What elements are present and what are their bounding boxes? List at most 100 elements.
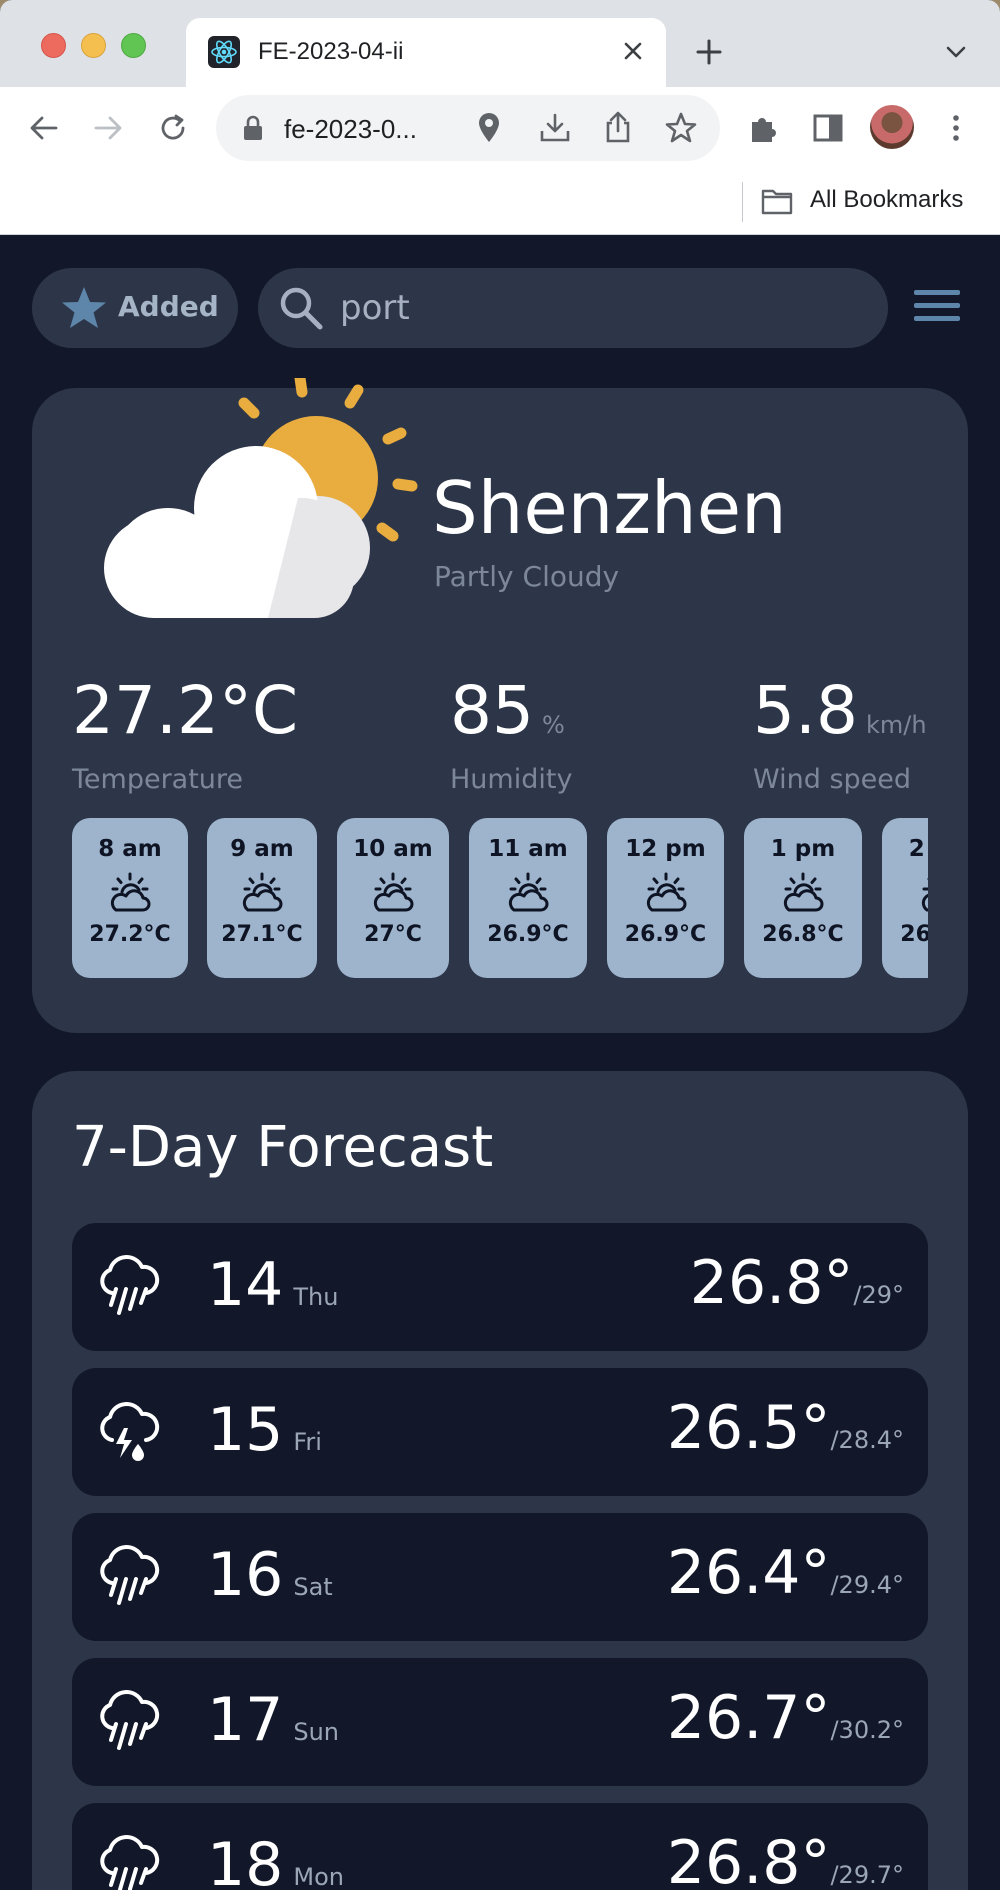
hourly-item: 11 am 26.9°C	[469, 818, 587, 978]
wind-label: Wind speed	[753, 764, 912, 795]
partly-cloudy-icon	[68, 372, 428, 628]
humidity-unit: %	[541, 711, 565, 739]
partly-cloudy-icon	[643, 870, 689, 916]
day-temp: 26.5°	[666, 1393, 831, 1463]
weather-condition: Partly Cloudy	[434, 560, 620, 593]
hour-time: 8 am	[98, 836, 162, 862]
hourly-item: 10 am 27°C	[337, 818, 449, 978]
hourly-item: 8 am 27.2°C	[72, 818, 188, 978]
humidity-value: 85	[450, 672, 534, 749]
bookmark-star-icon[interactable]	[664, 111, 698, 145]
forecast-row[interactable]: 18 Mon 26.8°/29.7°	[72, 1803, 928, 1890]
day-name: Mon	[293, 1863, 344, 1890]
rain-icon	[94, 1688, 162, 1756]
search-input[interactable]: port	[258, 268, 888, 348]
day-temp: 26.7°	[666, 1683, 831, 1753]
zoom-window-button[interactable]	[121, 33, 146, 58]
new-tab-icon[interactable]	[693, 36, 725, 68]
forecast-row[interactable]: 14 Thu 26.8°/29°	[72, 1223, 928, 1351]
search-icon	[276, 283, 326, 333]
rain-icon	[94, 1543, 162, 1611]
partly-cloudy-icon	[370, 870, 416, 916]
humidity-metric: 85% Humidity	[450, 678, 573, 796]
browser-toolbar: fe-2023-0...	[0, 87, 1000, 170]
hour-temp: 26.9°C	[624, 922, 707, 947]
day-name: Sun	[293, 1718, 340, 1746]
hour-temp: 26.8°C	[900, 922, 928, 947]
wind-value: 5.8	[753, 672, 858, 749]
day-date: 18	[207, 1830, 284, 1890]
hour-temp: 27.1°C	[221, 922, 303, 947]
profile-avatar[interactable]	[870, 105, 914, 149]
bookmarks-divider	[742, 182, 743, 222]
day-date: 16	[207, 1540, 284, 1610]
menu-hamburger-icon[interactable]	[912, 286, 962, 326]
wind-unit: km/h	[865, 711, 927, 739]
day-name: Sat	[293, 1573, 333, 1601]
added-favorites-button[interactable]: Added	[32, 268, 238, 348]
install-app-icon[interactable]	[538, 111, 572, 145]
day-date: 15	[207, 1395, 284, 1465]
browser-tab[interactable]: FE-2023-04-ii	[186, 18, 666, 87]
partly-cloudy-icon	[918, 870, 928, 916]
hour-time: 12 pm	[625, 836, 706, 862]
hourly-item: 9 am 27.1°C	[207, 818, 317, 978]
thunderstorm-icon	[94, 1398, 162, 1466]
star-icon	[60, 284, 108, 332]
day-temp: 26.4°	[666, 1538, 831, 1608]
reload-icon[interactable]	[155, 110, 191, 146]
temperature-metric: 27.2°C Temperature	[72, 678, 298, 796]
partly-cloudy-icon	[107, 870, 153, 916]
hour-time: 1 pm	[770, 836, 836, 862]
forecast-title: 7-Day Forecast	[72, 1115, 494, 1180]
url-text: fe-2023-0...	[284, 114, 417, 144]
hour-temp: 26.8°C	[762, 922, 844, 947]
forecast-row[interactable]: 15 Fri 26.5°/28.4°	[72, 1368, 928, 1496]
close-tab-icon[interactable]	[618, 36, 648, 66]
bookmarks-bar: All Bookmarks	[0, 170, 1000, 235]
chevron-down-icon[interactable]	[942, 38, 970, 66]
day-date: 14	[207, 1250, 284, 1320]
hour-time: 2 pm	[908, 836, 928, 862]
hour-time: 9 am	[230, 836, 294, 862]
share-icon[interactable]	[602, 110, 634, 144]
all-bookmarks-link[interactable]: All Bookmarks	[810, 186, 963, 214]
partly-cloudy-icon	[780, 870, 826, 916]
day-high: /29°	[853, 1281, 904, 1309]
rain-icon	[94, 1833, 162, 1890]
partly-cloudy-icon	[505, 870, 551, 916]
partly-cloudy-icon	[239, 870, 285, 916]
weather-app: Added port Shenzhen Partly Cloudy 27.2°C…	[0, 236, 1000, 1890]
city-name: Shenzhen	[432, 466, 787, 550]
day-high: /29.4°	[830, 1571, 904, 1599]
temperature-value: 27.2°C	[72, 672, 299, 749]
location-pin-icon[interactable]	[474, 112, 504, 144]
forecast-row[interactable]: 16 Sat 26.4°/29.4°	[72, 1513, 928, 1641]
folder-icon[interactable]	[760, 184, 794, 218]
hourly-forecast-strip[interactable]: 8 am 27.2°C 9 am 27.1°C 10 am 27°C 11 am	[72, 818, 928, 983]
extensions-puzzle-icon[interactable]	[746, 110, 782, 146]
hour-time: 10 am	[353, 836, 433, 862]
browser-window: FE-2023-04-ii fe-2023-0... All Bookmarks…	[0, 0, 1000, 1890]
more-menu-icon[interactable]	[940, 110, 976, 146]
address-bar[interactable]: fe-2023-0...	[216, 95, 720, 161]
rain-icon	[94, 1253, 162, 1321]
side-panel-icon[interactable]	[810, 110, 846, 146]
tab-bar: FE-2023-04-ii	[0, 0, 1000, 87]
day-high: /30.2°	[830, 1716, 904, 1744]
search-value: port	[340, 288, 410, 328]
hour-temp: 27.2°C	[89, 922, 171, 947]
back-arrow-icon[interactable]	[26, 110, 62, 146]
hour-temp: 27°C	[364, 922, 422, 947]
humidity-label: Humidity	[450, 764, 573, 795]
day-name: Thu	[293, 1283, 339, 1311]
day-date: 17	[207, 1685, 284, 1755]
forward-arrow-icon[interactable]	[90, 110, 126, 146]
hourly-item: 2 pm 26.8°C	[882, 818, 928, 978]
forecast-row[interactable]: 17 Sun 26.7°/30.2°	[72, 1658, 928, 1786]
tab-title: FE-2023-04-ii	[258, 38, 404, 65]
day-temp: 26.8°	[689, 1248, 854, 1318]
added-label: Added	[118, 290, 219, 323]
minimize-window-button[interactable]	[81, 33, 106, 58]
close-window-button[interactable]	[41, 33, 66, 58]
